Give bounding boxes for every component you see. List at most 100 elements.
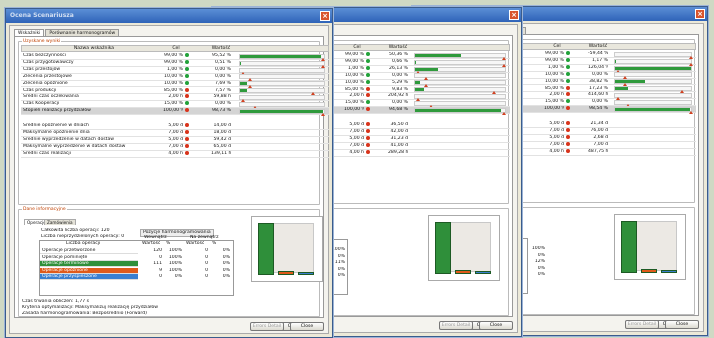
kpi-value: 0,00 % — [391, 100, 408, 106]
kpi-table: Nazwa wskaźnika Cel Wartość Czas bezczynnoś… — [21, 45, 329, 203]
status-dot — [366, 52, 370, 56]
close-icon[interactable]: × — [320, 11, 330, 21]
kpi-row[interactable]: Zlecenia opóźnione 10,00 % 7,69 % — [21, 80, 329, 89]
tab-indicators[interactable]: Wskaźniki — [14, 29, 45, 36]
kpi-value: 59,88 h — [213, 94, 231, 100]
kpi-row[interactable]: Maksymalne opóźnienie dnia 7,00 d 18,00 d — [21, 130, 329, 137]
ops-cell: 0 — [159, 254, 162, 260]
kpi-bar-track — [414, 52, 507, 60]
kpi-row[interactable]: Średni czas realizacji 4,00 h 139,11 h — [21, 150, 329, 158]
kpi-target: 10,00 % — [345, 72, 364, 78]
kpi-row[interactable]: Średni czas oczekiwania 2,00 h 59,88 h — [21, 94, 329, 103]
ops-row-name: Operacje terminowe — [40, 261, 138, 267]
kpi-value: 94,68 % — [389, 107, 408, 113]
chart-bar — [661, 270, 677, 273]
ops-cell: 0% — [537, 252, 545, 258]
close-button[interactable]: Close — [479, 321, 513, 330]
kpi-target: 15,00 % — [164, 101, 183, 107]
kpi-row[interactable]: Czas Kooperacji 15,00 % 0,00 % — [21, 101, 329, 110]
kpi-target: 15,00 % — [345, 100, 364, 106]
col-internal: Wewnątrz — [144, 235, 167, 240]
kpi-value: 17,23 % — [589, 85, 608, 91]
kpi-name: Czas przestojów — [23, 66, 61, 72]
kpi-target: 2,00 h — [349, 93, 364, 99]
kpi-bar-track — [239, 60, 326, 68]
kpi-row[interactable]: Stopień realizacji przydziałów 100,00 % 98… — [21, 108, 329, 116]
errors-detail-button[interactable]: Errors Detail — [439, 321, 473, 330]
status-dot — [566, 57, 570, 62]
kpi-target: 10,00 % — [164, 80, 183, 86]
kpi-target: 85,00 % — [164, 87, 183, 93]
close-button[interactable]: Close — [290, 322, 324, 331]
status-dot — [366, 79, 370, 84]
errors-detail-button[interactable]: Errors Detail — [250, 322, 284, 331]
kpi-bar-track — [614, 58, 693, 66]
kpi-row[interactable]: Czas przestojów 1,00 % 0,00 % — [21, 66, 329, 75]
kpi-bar-fill — [240, 82, 247, 86]
kpi-value: 0,00 % — [591, 71, 608, 77]
kpi-row[interactable]: Średnie opóźnienie w dniach 5,00 d 14,00 d — [21, 123, 329, 130]
kpi-bar-fill — [415, 88, 424, 92]
operations-table: Pozycje harmonogramowaniaWewnątrzNa zewn… — [39, 229, 234, 296]
kpi-value: 26,13 % — [389, 65, 408, 71]
close-button[interactable]: Close — [665, 320, 699, 329]
close-icon[interactable]: × — [509, 10, 519, 20]
kpi-bar-fill — [415, 60, 416, 64]
results-group-label: Uzyskane wyniki — [22, 39, 62, 44]
tab-schedule-compare[interactable]: Porównanie harmonogramów — [45, 29, 120, 36]
status-dot — [366, 107, 370, 112]
kpi-value: -59,44 % — [588, 51, 608, 56]
subtab-orders[interactable]: Zamówienia — [44, 219, 76, 225]
kpi-name: Stopień realizacji przydziałów — [23, 108, 91, 114]
ops-cell: 0% — [222, 254, 230, 260]
kpi-target: 7,00 d — [168, 143, 183, 149]
target-marker — [688, 110, 693, 114]
scheduling-rule: Zasada harmonogramowania: Bezpośrednio (… — [22, 311, 147, 316]
window-title: Ocena Scenariusza — [10, 12, 74, 19]
ops-cell: 0% — [222, 261, 230, 266]
kpi-bar-track — [239, 108, 326, 116]
ops-cell: 0% — [222, 248, 230, 253]
status-dot — [185, 80, 189, 85]
chart-bar — [298, 272, 314, 275]
ops-cell: 0 — [205, 267, 208, 273]
kpi-row[interactable]: Zlecenia przestojowe 10,00 % 0,00 % — [21, 73, 329, 82]
kpi-target: 99,00 % — [345, 58, 364, 64]
kpi-bar-track — [239, 81, 325, 89]
kpi-target: 7,00 d — [349, 142, 364, 148]
kpi-value: 38,82 % — [589, 78, 608, 84]
status-dot — [566, 71, 570, 76]
errors-detail-button[interactable]: Errors Detail — [625, 320, 659, 329]
info-content: Operacje Zamówienia Całkowita liczba opera… — [19, 210, 323, 316]
kpi-bar-track — [614, 100, 692, 108]
target-marker — [321, 112, 326, 116]
kpi-value: 18,00 d — [213, 130, 231, 135]
kpi-value: 9,83 % — [391, 86, 408, 92]
status-dot — [566, 134, 570, 139]
kpi-target: 4,00 h — [168, 150, 183, 156]
kpi-value: 126,04 % — [588, 64, 608, 70]
kpi-target: 1,00 % — [547, 64, 564, 70]
kpi-target: 99,00 % — [345, 52, 364, 57]
kpi-target: 5,00 d — [549, 134, 564, 140]
kpi-bar-track — [414, 107, 507, 115]
kpi-value: 65,00 d — [213, 143, 231, 149]
kpi-bar-track — [239, 53, 326, 61]
kpi-name: Średni czas oczekiwania — [23, 94, 79, 100]
close-icon[interactable]: × — [695, 9, 705, 19]
kpi-row[interactable]: Czas przygotowawczy 99,00 % 0,51 % — [21, 59, 329, 68]
operations-chart — [614, 214, 686, 280]
ops-row-name: Operacje pominięte — [40, 254, 138, 261]
kpi-row[interactable]: Czas produkcji 85,00 % 7,57 % — [21, 87, 329, 96]
ops-cell: 9 — [159, 267, 162, 273]
kpi-bar-track — [414, 73, 506, 81]
kpi-row[interactable]: Średnie wyprzedzenie w datach dostaw 5,00… — [21, 136, 329, 144]
kpi-name: Czas Kooperacji — [23, 101, 60, 107]
kpi-value: 7,57 % — [214, 87, 231, 93]
title-bar[interactable]: Ocena Scenariusza × — [6, 9, 332, 23]
kpi-row[interactable]: Czas bezczynności 99,00 % 95,52 % — [21, 53, 329, 61]
kpi-row[interactable]: Maksymalne wyprzedzenie w datach dostaw 7… — [21, 143, 329, 151]
kpi-name: Średnie wyprzedzenie w datach dostaw — [23, 136, 115, 142]
kpi-target: 99,00 % — [164, 53, 183, 58]
kpi-value: 98,73 % — [212, 108, 231, 114]
